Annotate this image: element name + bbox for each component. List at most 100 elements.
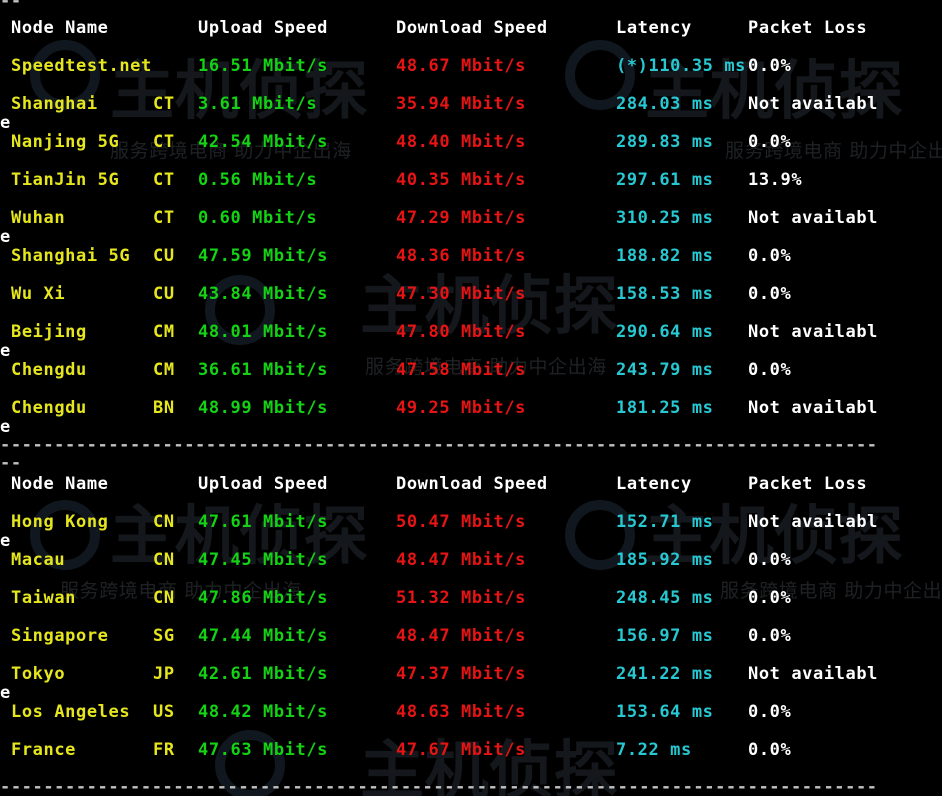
row-node-name: Beijing	[11, 322, 87, 342]
row-isp: CN	[153, 512, 175, 532]
row-isp: CT	[153, 208, 175, 228]
row-latency: 156.97 ms	[616, 626, 714, 646]
row-isp: US	[153, 702, 175, 722]
row-packet-loss: 0.0%	[748, 284, 792, 304]
row-latency: (*)110.35 ms	[616, 56, 747, 76]
table-row: Shanghai CT 3.61 Mbit/s 35.94 Mbit/s 284…	[0, 94, 942, 132]
row-upload: 47.61 Mbit/s	[198, 512, 329, 532]
table-row: Macau CN 47.45 Mbit/s 48.47 Mbit/s 185.9…	[0, 550, 942, 588]
row-download: 48.36 Mbit/s	[396, 246, 527, 266]
table-header: Node Name Upload Speed Download Speed La…	[0, 474, 942, 512]
header-node-name: Node Name	[11, 474, 109, 494]
header-latency: Latency	[616, 474, 692, 494]
row-isp: CT	[153, 170, 175, 190]
row-isp: JP	[153, 664, 175, 684]
row-isp: FR	[153, 740, 175, 760]
row-download: 50.47 Mbit/s	[396, 512, 527, 532]
row-latency: 152.71 ms	[616, 512, 714, 532]
row-isp: CN	[153, 588, 175, 608]
row-download: 47.37 Mbit/s	[396, 664, 527, 684]
row-latency: 297.61 ms	[616, 170, 714, 190]
row-packet-loss: 0.0%	[748, 588, 792, 608]
row-node-name: Taiwan	[11, 588, 77, 608]
row-node-name: Nanjing 5G	[11, 132, 120, 152]
row-packet-loss: 0.0%	[748, 132, 792, 152]
row-node-name: Macau	[11, 550, 66, 570]
row-isp: CU	[153, 284, 175, 304]
row-upload: 47.63 Mbit/s	[198, 740, 329, 760]
top-dashes: --	[0, 0, 22, 11]
row-isp: CU	[153, 246, 175, 266]
row-packet-loss: Not availabl	[748, 512, 879, 532]
separator-line: ----------------------------------------…	[0, 778, 880, 796]
header-packet-loss: Packet Loss	[748, 18, 868, 38]
table-row: Shanghai 5G CU 47.59 Mbit/s 48.36 Mbit/s…	[0, 246, 942, 284]
row-packet-loss: Not availabl	[748, 322, 879, 342]
row-upload: 48.01 Mbit/s	[198, 322, 329, 342]
row-wrap-char: e	[0, 683, 11, 703]
table-row: Chengdu BN 48.99 Mbit/s 49.25 Mbit/s 181…	[0, 398, 942, 436]
row-packet-loss: Not availabl	[748, 398, 879, 418]
separator-line: ----------------------------------------…	[0, 436, 880, 454]
row-download: 47.29 Mbit/s	[396, 208, 527, 228]
row-wrap-char: e	[0, 531, 11, 551]
table-row: Hong Kong CN 47.61 Mbit/s 50.47 Mbit/s 1…	[0, 512, 942, 550]
row-isp: CT	[153, 132, 175, 152]
row-latency: 7.22 ms	[616, 740, 692, 760]
row-upload: 0.60 Mbit/s	[198, 208, 318, 228]
row-node-name: TianJin 5G	[11, 170, 120, 190]
row-node-name: France	[11, 740, 77, 760]
row-node-name: Shanghai	[11, 94, 98, 114]
row-upload: 16.51 Mbit/s	[198, 56, 329, 76]
row-node-name: Wuhan	[11, 208, 66, 228]
table-row: Chengdu CM 36.61 Mbit/s 47.58 Mbit/s 243…	[0, 360, 942, 398]
row-latency: 185.92 ms	[616, 550, 714, 570]
row-node-name: Tokyo	[11, 664, 66, 684]
row-latency: 243.79 ms	[616, 360, 714, 380]
row-download: 49.25 Mbit/s	[396, 398, 527, 418]
table-row: TianJin 5G CT 0.56 Mbit/s 40.35 Mbit/s 2…	[0, 170, 942, 208]
row-node-name: Chengdu	[11, 398, 87, 418]
row-latency: 158.53 ms	[616, 284, 714, 304]
row-node-name: Los Angeles	[11, 702, 131, 722]
row-packet-loss: Not availabl	[748, 208, 879, 228]
row-isp: CT	[153, 94, 175, 114]
table-row: Wuhan CT 0.60 Mbit/s 47.29 Mbit/s 310.25…	[0, 208, 942, 246]
row-download: 47.30 Mbit/s	[396, 284, 527, 304]
row-node-name: Hong Kong	[11, 512, 109, 532]
row-isp: CN	[153, 550, 175, 570]
table-row: Speedtest.net 16.51 Mbit/s 48.67 Mbit/s …	[0, 56, 942, 94]
row-packet-loss: 0.0%	[748, 360, 792, 380]
table-row: Wu Xi CU 43.84 Mbit/s 47.30 Mbit/s 158.5…	[0, 284, 942, 322]
row-upload: 3.61 Mbit/s	[198, 94, 318, 114]
row-wrap-char: e	[0, 113, 11, 133]
row-packet-loss: 0.0%	[748, 740, 792, 760]
row-download: 47.67 Mbit/s	[396, 740, 527, 760]
row-download: 48.47 Mbit/s	[396, 626, 527, 646]
row-packet-loss: 0.0%	[748, 56, 792, 76]
row-packet-loss: 13.9%	[748, 170, 803, 190]
row-latency: 248.45 ms	[616, 588, 714, 608]
row-latency: 284.03 ms	[616, 94, 714, 114]
row-wrap-char: e	[0, 417, 11, 437]
row-latency: 188.82 ms	[616, 246, 714, 266]
header-upload-speed: Upload Speed	[198, 18, 329, 38]
row-packet-loss: 0.0%	[748, 550, 792, 570]
row-packet-loss: 0.0%	[748, 246, 792, 266]
row-latency: 310.25 ms	[616, 208, 714, 228]
header-upload-speed: Upload Speed	[198, 474, 329, 494]
row-download: 40.35 Mbit/s	[396, 170, 527, 190]
row-latency: 290.64 ms	[616, 322, 714, 342]
table-row: France FR 47.63 Mbit/s 47.67 Mbit/s 7.22…	[0, 740, 942, 778]
row-upload: 47.86 Mbit/s	[198, 588, 329, 608]
row-upload: 42.61 Mbit/s	[198, 664, 329, 684]
table-header: Node Name Upload Speed Download Speed La…	[0, 18, 942, 56]
row-node-name: Singapore	[11, 626, 109, 646]
header-packet-loss: Packet Loss	[748, 474, 868, 494]
row-packet-loss: Not availabl	[748, 94, 879, 114]
row-download: 48.67 Mbit/s	[396, 56, 527, 76]
row-download: 51.32 Mbit/s	[396, 588, 527, 608]
row-download: 47.58 Mbit/s	[396, 360, 527, 380]
table-row: Beijing CM 48.01 Mbit/s 47.80 Mbit/s 290…	[0, 322, 942, 360]
row-packet-loss: 0.0%	[748, 702, 792, 722]
